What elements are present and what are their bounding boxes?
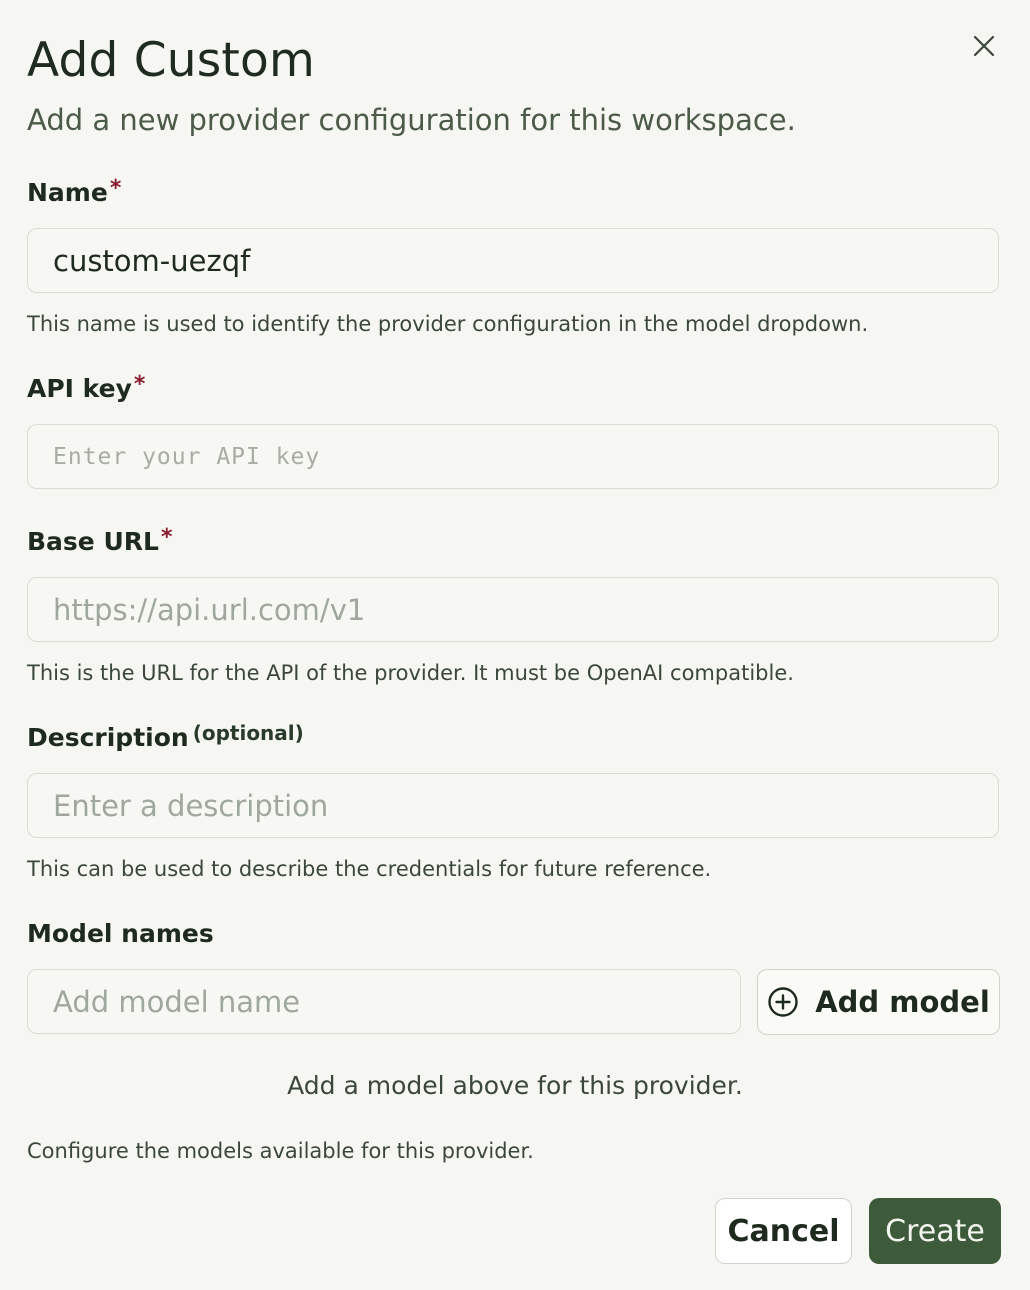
base-url-help-text: This is the URL for the API of the provi… bbox=[27, 661, 794, 685]
base-url-label: Base URL* bbox=[27, 525, 172, 561]
create-button[interactable]: Create bbox=[869, 1198, 1001, 1264]
cancel-button[interactable]: Cancel bbox=[715, 1198, 852, 1264]
name-help-text: This name is used to identify the provid… bbox=[27, 312, 869, 336]
dialog-subtitle: Add a new provider configuration for thi… bbox=[27, 103, 796, 137]
description-help-text: This can be used to describe the credent… bbox=[27, 857, 712, 881]
dialog-title: Add Custom bbox=[27, 33, 315, 88]
base-url-input[interactable]: https://api.url.com/v1 bbox=[27, 577, 999, 642]
model-name-input[interactable]: Add model name bbox=[27, 969, 741, 1034]
description-placeholder: Enter a description bbox=[53, 788, 329, 823]
model-names-label: Model names bbox=[27, 917, 214, 951]
name-input-value: custom-uezqf bbox=[53, 243, 251, 278]
close-icon bbox=[973, 35, 995, 61]
base-url-placeholder: https://api.url.com/v1 bbox=[53, 592, 366, 627]
description-label-text: Description bbox=[27, 723, 189, 752]
create-label: Create bbox=[885, 1213, 985, 1249]
name-label-text: Name bbox=[27, 178, 108, 207]
cancel-label: Cancel bbox=[727, 1213, 840, 1249]
api-key-label-text: API key bbox=[27, 374, 132, 403]
model-names-label-text: Model names bbox=[27, 919, 214, 948]
add-model-label: Add model bbox=[815, 985, 990, 1019]
base-url-required-mark: * bbox=[160, 525, 173, 550]
api-key-label: API key* bbox=[27, 372, 145, 408]
add-model-button[interactable]: Add model bbox=[757, 969, 1000, 1035]
api-key-placeholder: Enter your API key bbox=[53, 443, 321, 470]
name-label: Name* bbox=[27, 176, 121, 212]
name-required-mark: * bbox=[109, 176, 122, 201]
close-button[interactable] bbox=[966, 30, 1002, 66]
name-input[interactable]: custom-uezqf bbox=[27, 228, 999, 293]
model-names-help-text: Configure the models available for this … bbox=[27, 1139, 534, 1163]
description-label: Description (optional) bbox=[27, 721, 304, 756]
api-key-input[interactable]: Enter your API key bbox=[27, 424, 999, 489]
plus-circle-icon bbox=[767, 986, 799, 1018]
description-input[interactable]: Enter a description bbox=[27, 773, 999, 838]
api-key-required-mark: * bbox=[133, 372, 146, 397]
model-name-placeholder: Add model name bbox=[53, 984, 301, 1019]
description-optional-tag: (optional) bbox=[192, 721, 304, 745]
add-custom-dialog: Add Custom Add a new provider configurat… bbox=[0, 0, 1030, 1290]
models-empty-message: Add a model above for this provider. bbox=[287, 1071, 743, 1100]
base-url-label-text: Base URL bbox=[27, 527, 159, 556]
